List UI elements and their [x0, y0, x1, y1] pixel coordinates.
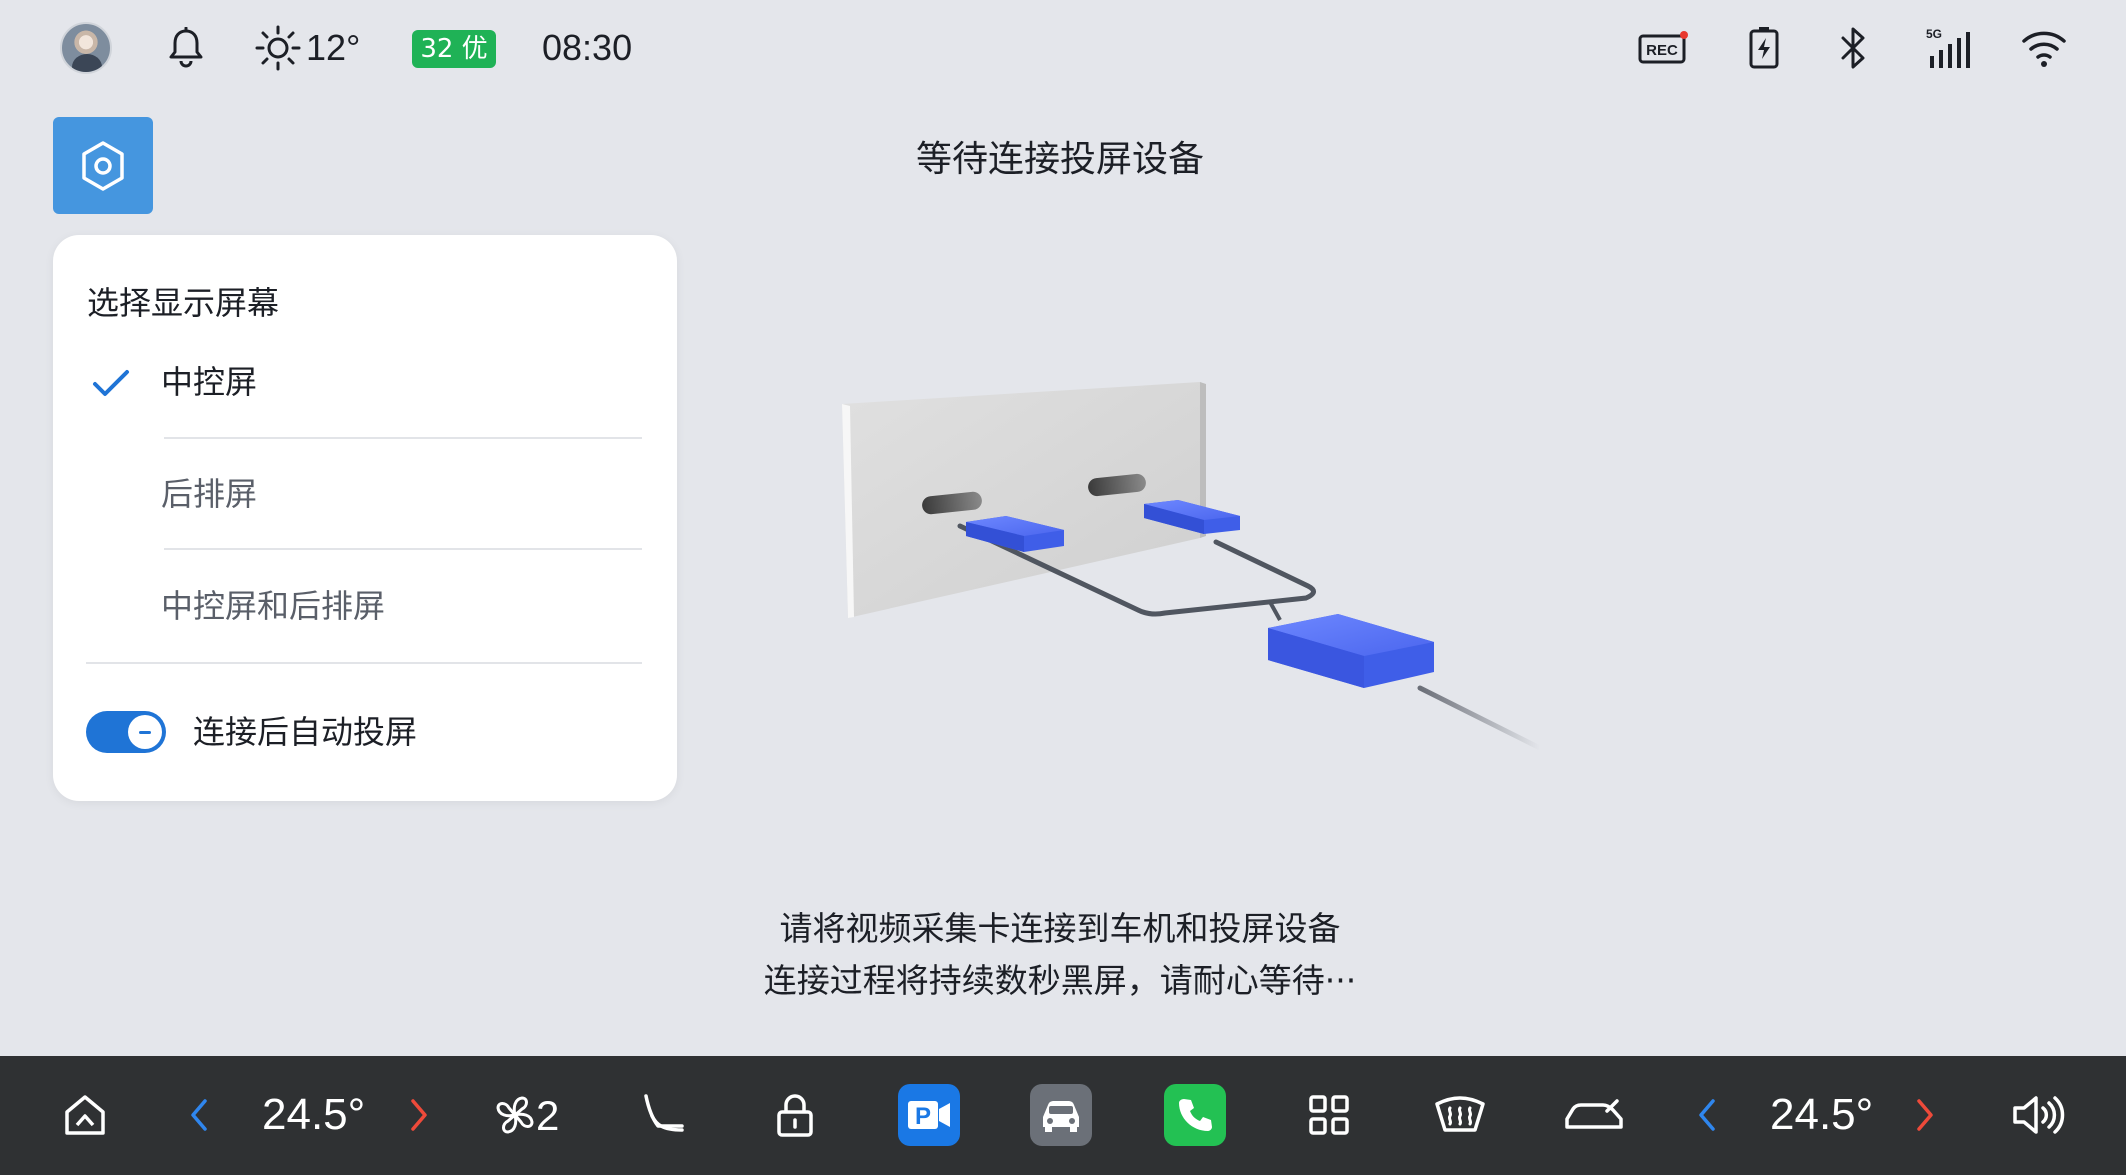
user-avatar[interactable] — [60, 22, 112, 74]
page-title: 等待连接投屏设备 — [915, 139, 1204, 180]
option-center-screen[interactable]: 中控屏 — [53, 328, 677, 440]
sun-icon — [252, 22, 304, 74]
divider — [86, 662, 642, 664]
temp-increase-left-button[interactable] — [404, 1082, 434, 1148]
temp-decrease-right-button[interactable] — [1692, 1082, 1722, 1148]
option-label: 后排屏 — [161, 475, 258, 513]
option-label: 中控屏和后排屏 — [161, 587, 386, 625]
lock-icon[interactable] — [772, 1082, 818, 1148]
home-icon[interactable] — [56, 1082, 114, 1148]
temp-increase-right-button[interactable] — [1910, 1082, 1940, 1148]
auto-cast-label: 连接后自动投屏 — [193, 713, 418, 751]
signal-5g-icon: 5G — [1922, 22, 1974, 74]
instruction-line-2: 连接过程将持续数秒黑屏，请耐心等待··· — [763, 961, 1357, 1000]
capture-card-illustration — [820, 370, 1543, 770]
network-label: 5G — [1926, 27, 1942, 41]
instructions: 请将视频采集卡连接到车机和投屏设备 连接过程将持续数秒黑屏，请耐心等待··· — [620, 903, 1500, 1007]
temp-decrease-left-button[interactable] — [184, 1082, 214, 1148]
weather-temperature: 12° — [306, 27, 361, 68]
car-outline-icon[interactable] — [1562, 1082, 1628, 1148]
rec-icon[interactable]: REC — [1636, 22, 1692, 74]
bell-icon[interactable] — [160, 22, 212, 74]
car-app[interactable] — [1030, 1084, 1092, 1146]
fan-icon[interactable] — [492, 1082, 538, 1148]
bluetooth-icon[interactable] — [1828, 22, 1880, 74]
charging-icon — [1738, 22, 1790, 74]
settings-button[interactable] — [53, 117, 153, 214]
option-center-and-rear-screen[interactable]: 中控屏和后排屏 — [53, 552, 677, 664]
wifi-icon[interactable] — [2018, 22, 2070, 74]
panel-title: 选择显示屏幕 — [87, 284, 280, 322]
option-label: 中控屏 — [161, 363, 258, 401]
toggle-knob — [128, 715, 162, 749]
rec-label: REC — [1646, 42, 1678, 59]
check-icon — [93, 370, 129, 396]
option-rear-screen[interactable]: 后排屏 — [53, 440, 677, 552]
left-temperature: 24.5° — [262, 1090, 366, 1139]
fan-level: 2 — [536, 1092, 560, 1139]
apps-grid-icon[interactable] — [1306, 1082, 1352, 1148]
instruction-line-1: 请将视频采集卡连接到车机和投屏设备 — [779, 909, 1341, 948]
seat-icon[interactable] — [636, 1082, 690, 1148]
air-quality-badge: 32 优 — [412, 30, 496, 68]
status-bar: 12° 32 优 08:30 REC 5G — [0, 0, 2126, 96]
volume-icon[interactable] — [2010, 1082, 2066, 1148]
divider — [164, 548, 642, 550]
bottom-dock: 24.5° 2 P 24.5° — [0, 1056, 2126, 1175]
right-temperature: 24.5° — [1770, 1090, 1874, 1139]
phone-app[interactable] — [1164, 1084, 1226, 1146]
display-select-panel: 选择显示屏幕 中控屏 后排屏 中控屏和后排屏 连接后自动投屏 — [53, 235, 677, 801]
divider — [164, 437, 642, 439]
svg-text:P: P — [915, 1103, 931, 1130]
clock-time: 08:30 — [542, 27, 633, 68]
hexagon-gear-icon — [82, 140, 124, 191]
defrost-icon[interactable] — [1432, 1082, 1488, 1148]
auto-cast-toggle[interactable] — [86, 711, 166, 753]
screen-cast-app[interactable]: P — [898, 1084, 960, 1146]
